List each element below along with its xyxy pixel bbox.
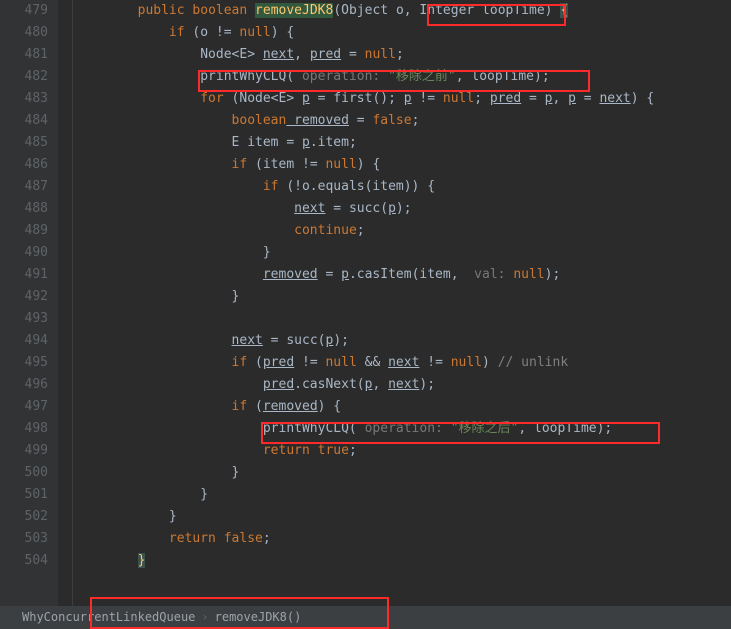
line-number: 497: [0, 396, 48, 418]
breadcrumb-class[interactable]: WhyConcurrentLinkedQueue: [22, 606, 195, 629]
code-line[interactable]: Node<E> next, pred = null;: [75, 44, 731, 66]
code-line[interactable]: if (!o.equals(item)) {: [75, 176, 731, 198]
code-line[interactable]: }: [75, 462, 731, 484]
line-number: 499: [0, 440, 48, 462]
code-line[interactable]: next = succ(p);: [75, 198, 731, 220]
line-number: 489: [0, 220, 48, 242]
code-line[interactable]: E item = p.item;: [75, 132, 731, 154]
breadcrumb[interactable]: WhyConcurrentLinkedQueue › removeJDK8(): [0, 606, 731, 629]
fold-column: [58, 0, 73, 606]
code-line[interactable]: public boolean removeJDK8(Object o, Inte…: [75, 0, 731, 22]
line-number: 488: [0, 198, 48, 220]
line-number: 485: [0, 132, 48, 154]
code-line[interactable]: }: [75, 550, 731, 572]
code-line[interactable]: return false;: [75, 528, 731, 550]
line-number: 504: [0, 550, 48, 572]
line-number: 493: [0, 308, 48, 330]
code-line[interactable]: next = succ(p);: [75, 330, 731, 352]
code-line[interactable]: removed = p.casItem(item, val: null);: [75, 264, 731, 286]
chevron-right-icon: ›: [201, 606, 208, 629]
code-line[interactable]: pred.casNext(p, next);: [75, 374, 731, 396]
line-number: 479: [0, 0, 48, 22]
breadcrumb-method[interactable]: removeJDK8(): [215, 606, 302, 629]
line-number: 490: [0, 242, 48, 264]
code-line[interactable]: continue;: [75, 220, 731, 242]
line-number: 491: [0, 264, 48, 286]
code-line[interactable]: }: [75, 286, 731, 308]
code-line[interactable]: for (Node<E> p = first(); p != null; pre…: [75, 88, 731, 110]
line-number: 484: [0, 110, 48, 132]
code-line[interactable]: if (o != null) {: [75, 22, 731, 44]
code-line[interactable]: printWhyCLQ( operation: "移除之后", loopTime…: [75, 418, 731, 440]
line-number-gutter: 4794804814824834844854864874884894904914…: [0, 0, 58, 606]
code-line[interactable]: if (item != null) {: [75, 154, 731, 176]
line-number: 487: [0, 176, 48, 198]
line-number: 502: [0, 506, 48, 528]
line-number: 503: [0, 528, 48, 550]
code-line[interactable]: }: [75, 242, 731, 264]
line-number: 492: [0, 286, 48, 308]
code-line[interactable]: }: [75, 484, 731, 506]
code-area[interactable]: public boolean removeJDK8(Object o, Inte…: [73, 0, 731, 606]
code-line[interactable]: [75, 308, 731, 330]
code-line[interactable]: boolean removed = false;: [75, 110, 731, 132]
line-number: 495: [0, 352, 48, 374]
code-editor[interactable]: 4794804814824834844854864874884894904914…: [0, 0, 731, 606]
line-number: 500: [0, 462, 48, 484]
line-number: 482: [0, 66, 48, 88]
line-number: 486: [0, 154, 48, 176]
code-line[interactable]: printWhyCLQ( operation: "移除之前", loopTime…: [75, 66, 731, 88]
line-number: 496: [0, 374, 48, 396]
line-number: 481: [0, 44, 48, 66]
code-line[interactable]: if (pred != null && next != null) // unl…: [75, 352, 731, 374]
code-line[interactable]: return true;: [75, 440, 731, 462]
line-number: 501: [0, 484, 48, 506]
line-number: 480: [0, 22, 48, 44]
line-number: 498: [0, 418, 48, 440]
code-line[interactable]: if (removed) {: [75, 396, 731, 418]
code-line[interactable]: }: [75, 506, 731, 528]
line-number: 494: [0, 330, 48, 352]
line-number: 483: [0, 88, 48, 110]
method-name: removeJDK8: [255, 3, 333, 18]
